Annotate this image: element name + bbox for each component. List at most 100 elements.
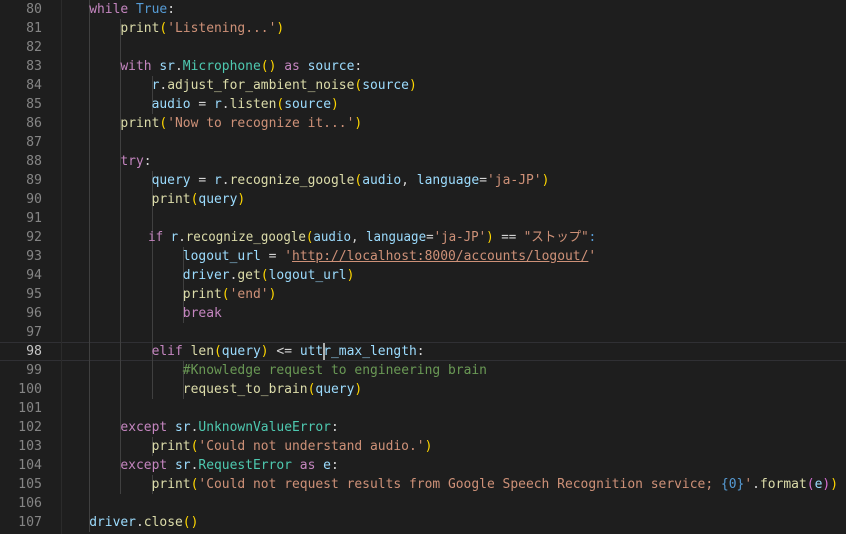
code-line[interactable]: 106 (0, 494, 846, 513)
code-line[interactable]: 84 r.adjust_for_ambient_noise(source) (0, 76, 846, 95)
code-line[interactable]: 101 (0, 399, 846, 418)
editor-lines[interactable]: 80 while True: 81 print('Listening...') 82… (0, 0, 846, 532)
line-number[interactable]: 80 (0, 0, 61, 19)
code-token: as (299, 458, 316, 473)
code-line[interactable]: 85 audio = r.listen(source) (0, 95, 846, 114)
line-number[interactable]: 100 (0, 380, 61, 399)
code-line[interactable]: 96 break (0, 304, 846, 323)
code-line[interactable]: 81 print('Listening...') (0, 19, 846, 38)
line-number[interactable]: 83 (0, 57, 61, 76)
line-number[interactable]: 98 (0, 342, 61, 361)
line-number[interactable]: 107 (0, 513, 61, 532)
code-line[interactable]: 86 print('Now to recognize it...') (0, 114, 846, 133)
code-text[interactable]: except sr.UnknownValueError: (58, 418, 338, 437)
line-number[interactable]: 105 (0, 475, 61, 494)
code-text[interactable]: if r.recognize_google(audio, language='j… (58, 228, 596, 247)
line-number[interactable]: 82 (0, 38, 61, 57)
code-line[interactable]: 94 driver.get(logout_url) (0, 266, 846, 285)
code-text[interactable]: with sr.Microphone() as source: (58, 57, 362, 76)
code-editor[interactable]: 80 while True: 81 print('Listening...') 82… (0, 0, 846, 534)
code-token: = (190, 97, 214, 112)
code-line[interactable]: 80 while True: (0, 0, 846, 19)
code-line[interactable]: 104 except sr.RequestError as e: (0, 456, 846, 475)
code-text[interactable]: try: (58, 152, 151, 171)
line-number[interactable]: 96 (0, 304, 61, 323)
line-number[interactable]: 99 (0, 361, 61, 380)
code-token: == (493, 230, 524, 245)
line-number[interactable]: 103 (0, 437, 61, 456)
code-text[interactable]: audio = r.listen(source) (58, 95, 339, 114)
code-text[interactable]: break (58, 304, 222, 323)
code-text[interactable]: while True: (58, 0, 175, 19)
code-token: ) (330, 97, 339, 112)
code-token: query (315, 382, 355, 397)
code-text[interactable]: print('Could not understand audio.') (58, 437, 433, 456)
code-text[interactable]: query = r.recognize_google(audio, langua… (58, 171, 550, 190)
code-text[interactable]: #Knowledge request to engineering brain (58, 361, 487, 380)
line-number[interactable]: 93 (0, 247, 61, 266)
code-token: format (759, 477, 807, 492)
line-number[interactable]: 85 (0, 95, 61, 114)
code-line[interactable]: 88 try: (0, 152, 846, 171)
code-text[interactable]: request_to_brain(query) (58, 380, 362, 399)
line-number[interactable]: 88 (0, 152, 61, 171)
code-text[interactable]: driver.close() (58, 513, 198, 532)
code-token: . (174, 59, 183, 74)
code-text[interactable]: except sr.RequestError as e: (58, 456, 338, 475)
line-number[interactable]: 92 (0, 228, 61, 247)
code-line[interactable]: 98 elif len(query) <= uttr_max_length: (0, 342, 846, 361)
code-token: ) (354, 382, 363, 397)
line-number[interactable]: 94 (0, 266, 61, 285)
line-number[interactable]: 81 (0, 19, 61, 38)
code-line[interactable]: 95 print('end') (0, 285, 846, 304)
code-token: ) (486, 230, 494, 245)
code-line[interactable]: 105 print('Could not request results fro… (0, 475, 846, 494)
code-line[interactable]: 102 except sr.UnknownValueError: (0, 418, 846, 437)
code-token: driver (182, 268, 230, 283)
code-line[interactable]: 91 (0, 209, 846, 228)
line-number[interactable]: 91 (0, 209, 61, 228)
code-text[interactable]: print('Now to recognize it...') (58, 114, 362, 133)
line-number[interactable]: 102 (0, 418, 61, 437)
code-token: ) (830, 477, 838, 492)
code-text[interactable]: elif len(query) <= uttr_max_length: (58, 342, 425, 361)
line-number[interactable]: 101 (0, 399, 61, 418)
line-number[interactable]: 84 (0, 76, 61, 95)
code-token: = (479, 173, 488, 188)
code-line[interactable]: 100 request_to_brain(query) (0, 380, 846, 399)
indent-guide (89, 38, 91, 57)
code-line[interactable]: 92 if r.recognize_google(audio, language… (0, 228, 846, 247)
code-line[interactable]: 107 driver.close() (0, 513, 846, 532)
code-line[interactable]: 103 print('Could not understand audio.') (0, 437, 846, 456)
code-line[interactable]: 87 (0, 133, 846, 152)
line-number[interactable]: 95 (0, 285, 61, 304)
code-text[interactable]: print('Could not request results from Go… (58, 475, 838, 494)
code-text[interactable]: driver.get(logout_url) (58, 266, 355, 285)
code-token: ( (190, 439, 199, 454)
code-line[interactable]: 90 print(query) (0, 190, 846, 209)
line-number[interactable]: 106 (0, 494, 61, 513)
code-token: ) (354, 116, 363, 131)
line-number[interactable]: 86 (0, 114, 61, 133)
code-line[interactable]: 82 (0, 38, 846, 57)
code-token: source (362, 78, 409, 93)
code-line[interactable]: 99 #Knowledge request to engineering bra… (0, 361, 846, 380)
code-text[interactable]: print('Listening...') (58, 19, 284, 38)
code-token: source (284, 97, 331, 112)
code-line[interactable]: 83 with sr.Microphone() as source: (0, 57, 846, 76)
code-line[interactable]: 89 query = r.recognize_google(audio, lan… (0, 171, 846, 190)
line-number[interactable]: 87 (0, 133, 61, 152)
code-text[interactable]: print('end') (58, 285, 277, 304)
line-number[interactable]: 90 (0, 190, 61, 209)
code-text[interactable]: logout_url = 'http://localhost:8000/acco… (58, 247, 596, 266)
code-text[interactable]: print(query) (58, 190, 246, 209)
code-line[interactable]: 93 logout_url = 'http://localhost:8000/a… (0, 247, 846, 266)
line-number[interactable]: 97 (0, 323, 61, 342)
line-number[interactable]: 104 (0, 456, 61, 475)
line-number[interactable]: 89 (0, 171, 61, 190)
code-line[interactable]: 97 (0, 323, 846, 342)
code-text[interactable]: r.adjust_for_ambient_noise(source) (58, 76, 417, 95)
code-token: print (151, 192, 191, 207)
